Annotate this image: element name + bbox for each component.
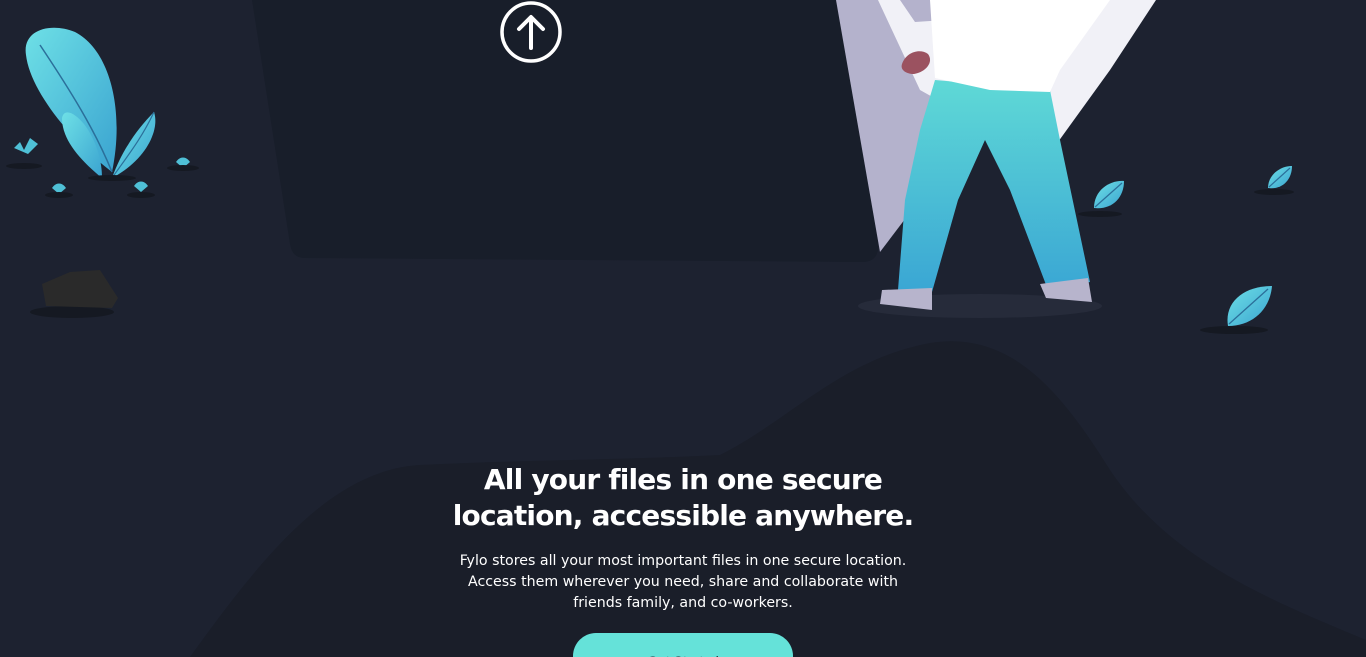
leaf-icon (1254, 166, 1294, 195)
headline-line-2: location, accessible anywhere. (452, 499, 914, 532)
leaf-icon (1078, 180, 1124, 217)
description-line-1: Fylo stores all your most important file… (459, 553, 907, 569)
get-started-button[interactable]: Get Started (573, 633, 793, 657)
rock-icon (30, 270, 118, 318)
description-line-3: friends family, and co-workers. (573, 595, 793, 611)
description-line-2: Access them wherever you need, share and… (468, 574, 898, 590)
plant-icon (25, 27, 156, 181)
hero-headline: All your files in one secure location, a… (383, 462, 983, 534)
folder-panel (252, 0, 890, 262)
hero-description: Fylo stores all your most important file… (448, 551, 918, 614)
headline-line-1: All your files in one secure (483, 463, 883, 496)
hero-text: All your files in one secure location, a… (383, 462, 983, 614)
leaf-icon (1200, 286, 1272, 334)
page: All your files in one secure location, a… (0, 0, 1366, 657)
